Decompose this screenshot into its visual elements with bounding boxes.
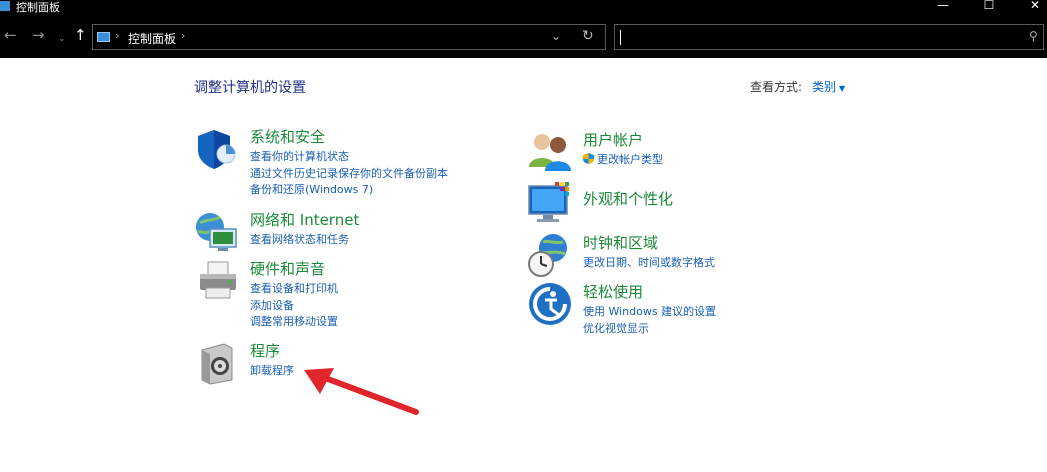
shield-icon[interactable]: [194, 126, 240, 172]
link-mobility-settings[interactable]: 调整常用移动设置: [250, 314, 338, 331]
category-title[interactable]: 系统和安全: [250, 126, 325, 147]
clock-globe-icon[interactable]: [527, 232, 573, 278]
close-button[interactable]: ✕: [1012, 0, 1047, 13]
breadcrumb-control-panel[interactable]: 控制面板: [128, 30, 176, 47]
users-icon[interactable]: [527, 129, 573, 175]
link-view-computer-status[interactable]: 查看你的计算机状态: [250, 149, 448, 166]
address-input[interactable]: › 控制面板 › ⌄ ↻: [92, 24, 606, 50]
category-hardware-sound: 硬件和声音 查看设备和打印机 添加设备 调整常用移动设置: [194, 258, 494, 328]
category-title[interactable]: 轻松使用: [583, 281, 643, 302]
search-icon[interactable]: ⚲: [1029, 29, 1038, 43]
refresh-icon[interactable]: ↻: [582, 28, 594, 44]
up-arrow-icon[interactable]: ↑: [74, 26, 87, 44]
forward-arrow-icon[interactable]: →: [32, 26, 45, 44]
link-devices-printers[interactable]: 查看设备和打印机: [250, 281, 338, 298]
control-panel-icon: [0, 1, 10, 11]
category-title[interactable]: 硬件和声音: [250, 258, 325, 279]
ease-of-access-icon[interactable]: [527, 281, 573, 327]
recent-locations-chevron-icon[interactable]: ⌄: [58, 30, 66, 48]
category-network-internet: 网络和 Internet 查看网络状态和任务: [194, 209, 494, 257]
link-uninstall-program[interactable]: 卸载程序: [250, 363, 294, 380]
dropdown-arrow-icon[interactable]: ▼: [839, 84, 845, 93]
page-title: 调整计算机的设置: [194, 80, 306, 96]
red-arrow-annotation: [304, 368, 419, 415]
back-arrow-icon[interactable]: ←: [4, 26, 17, 44]
category-title[interactable]: 时钟和区域: [583, 232, 658, 253]
search-input[interactable]: ⚲: [614, 24, 1044, 50]
minimize-button[interactable]: —: [920, 0, 966, 13]
uac-shield-icon: [583, 153, 594, 164]
view-by-dropdown[interactable]: 类别 ▼: [812, 78, 845, 95]
category-user-accounts: 用户帐户 更改帐户类型: [527, 129, 827, 177]
programs-disc-icon[interactable]: [194, 340, 240, 386]
address-dropdown-icon[interactable]: ⌄: [551, 29, 561, 43]
link-change-date-time-format[interactable]: 更改日期、时间或数字格式: [583, 255, 715, 272]
network-globe-icon[interactable]: [194, 209, 240, 255]
link-windows-recommended-settings[interactable]: 使用 Windows 建议的设置: [583, 304, 716, 321]
view-by-value[interactable]: 类别: [812, 80, 836, 94]
link-view-network-status[interactable]: 查看网络状态和任务: [250, 232, 349, 249]
printer-icon[interactable]: [194, 258, 240, 304]
link-add-device[interactable]: 添加设备: [250, 298, 338, 315]
category-ease-of-access: 轻松使用 使用 Windows 建议的设置 优化视觉显示: [527, 281, 827, 337]
window-title: 控制面板: [16, 1, 60, 14]
breadcrumb-separator-icon[interactable]: ›: [115, 29, 119, 42]
control-panel-location-icon: [97, 32, 110, 42]
text-caret: [620, 30, 621, 45]
breadcrumb-separator-icon[interactable]: ›: [181, 29, 185, 42]
view-by-label: 查看方式:: [750, 80, 803, 94]
monitor-color-icon[interactable]: [527, 180, 573, 226]
category-title[interactable]: 外观和个性化: [583, 188, 673, 209]
category-title[interactable]: 程序: [250, 340, 280, 361]
category-clock-region: 时钟和区域 更改日期、时间或数字格式: [527, 232, 827, 280]
maximize-button[interactable]: ☐: [966, 0, 1012, 13]
address-toolbar: ← → ⌄ ↑ › 控制面板 › ⌄ ↻ ⚲: [0, 14, 1047, 58]
category-title[interactable]: 用户帐户: [583, 129, 643, 150]
link-optimize-visual-display[interactable]: 优化视觉显示: [583, 321, 716, 338]
link-label[interactable]: 更改帐户类型: [597, 153, 663, 166]
title-bar: 控制面板 — ☐ ✕: [0, 0, 1047, 14]
link-backup-restore-win7[interactable]: 备份和还原(Windows 7): [250, 182, 448, 199]
category-title[interactable]: 网络和 Internet: [250, 209, 359, 230]
link-file-history-backup[interactable]: 通过文件历史记录保存你的文件备份副本: [250, 166, 448, 183]
category-system-security: 系统和安全 查看你的计算机状态 通过文件历史记录保存你的文件备份副本 备份和还原…: [194, 126, 494, 196]
category-appearance: 外观和个性化: [527, 180, 827, 226]
link-change-account-type[interactable]: 更改帐户类型: [583, 152, 663, 169]
